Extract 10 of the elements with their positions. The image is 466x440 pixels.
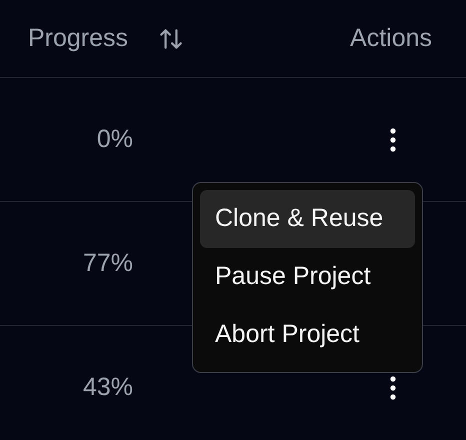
vertical-dots-icon bbox=[390, 128, 396, 152]
table-cell-text: 77% bbox=[82, 248, 133, 279]
menu-item[interactable]: Pause Project bbox=[200, 248, 415, 306]
column-header: Actions bbox=[350, 22, 432, 54]
menu-item[interactable]: Abort Project bbox=[200, 306, 415, 364]
table-cell-text: 43% bbox=[82, 372, 133, 404]
menu-item[interactable]: Clone & Reuse bbox=[200, 190, 415, 248]
table-cell-text: 0% bbox=[96, 124, 133, 155]
column-header: Progress bbox=[28, 22, 128, 54]
vertical-dots-icon bbox=[390, 376, 396, 400]
